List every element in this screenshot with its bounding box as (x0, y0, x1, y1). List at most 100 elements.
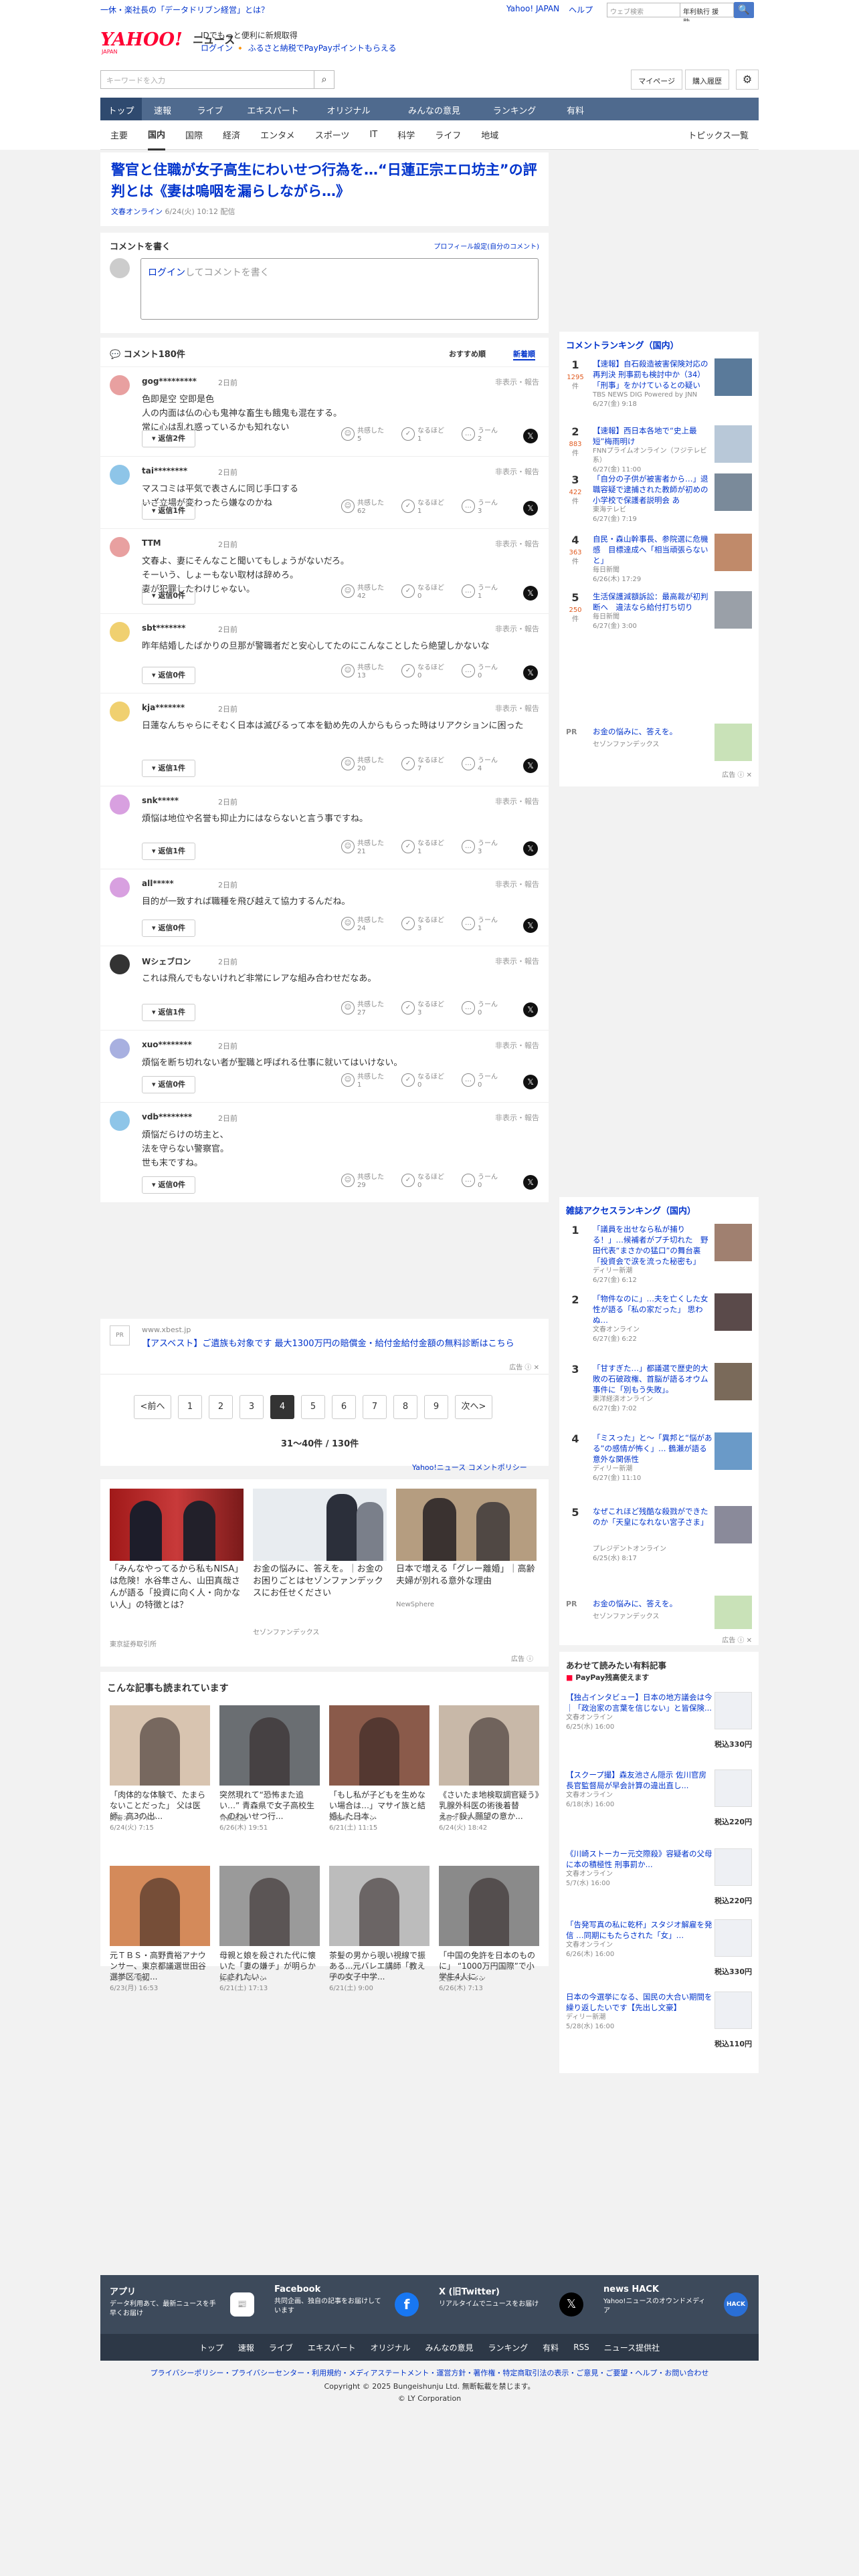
empathy-button[interactable]: ☺ 共感した 42 (341, 584, 384, 601)
pager-page[interactable]: 3 (240, 1395, 264, 1419)
article-title[interactable]: 警官と住職が女子高生にわいせつ行為を…“日蓮正宗エロ坊主”の評判とは《妻は嗚咽を… (111, 159, 538, 202)
x-share-icon[interactable]: 𝕏 (523, 586, 538, 601)
footer-links[interactable]: プライバシーポリシー・プライバシーセンター・利用規約・メディアステートメント・運… (100, 2367, 759, 2378)
empathy-button[interactable]: ☺ 共感した 21 (341, 840, 384, 856)
paid-thumbnail[interactable] (714, 1848, 752, 1886)
x-share-icon[interactable]: 𝕏 (523, 665, 538, 680)
comment-user[interactable]: snk***** (142, 796, 179, 805)
report-link[interactable]: 非表示・報告 (495, 466, 539, 477)
report-link[interactable]: 非表示・報告 (495, 1040, 539, 1051)
rank-thumbnail[interactable] (714, 1224, 752, 1261)
paid-item-title[interactable]: 日本の今選挙になる、国民の大合い期間を繰り返したいです【先出し文豪】 (566, 1992, 713, 2013)
empathy-button[interactable]: ☺ 共感した 29 (341, 1174, 384, 1190)
rank-title-text[interactable]: 「自分の子供が被害者から…」退職容疑で逮捕された教師が初めの小学校で保護者説明会… (593, 473, 714, 506)
reply-button[interactable]: ▾ 返信1件 (142, 760, 195, 777)
promo-title[interactable]: お金の悩みに、答えを。｜お金のお困りごとはセゾンファンデックスにお任せください (253, 1564, 387, 1600)
rank-item-title[interactable]: プレジデントオンライン 6/25(水) 8:17 (593, 1545, 714, 1564)
gear-icon[interactable]: ⚙ (736, 70, 759, 90)
reply-button[interactable]: ▾ 返信0件 (142, 667, 195, 684)
rank-item-title[interactable]: 「物件なのに」…夫を亡くした女性が語る「私の家だった」 思わぬ… 文春オンライン 6… (593, 1293, 714, 1344)
comment-user[interactable]: TTM (142, 538, 161, 548)
paid-item-title[interactable]: 【スクープ撮】森友池さん隠示 佐川官房長官監督局が早会計算の違出直し... (566, 1769, 713, 1791)
footer-x[interactable]: X (旧Twitter) リアルタイムでニュースをお届け 𝕏 (430, 2275, 594, 2334)
promo-image[interactable] (396, 1489, 537, 1561)
pager-page[interactable]: 6 (332, 1395, 356, 1419)
paid-item[interactable]: 【スクープ撮】森友池さん隠示 佐川官房長官監督局が早会計算の違出直し... 文春オ… (566, 1769, 713, 1810)
report-link[interactable]: 非表示・報告 (495, 879, 539, 889)
promo-image[interactable] (110, 1489, 244, 1561)
footer-nav-item[interactable]: みんなの意見 (425, 2342, 474, 2353)
read-thumbnail[interactable] (439, 1705, 539, 1786)
reply-button[interactable]: ▾ 返信1件 (142, 502, 195, 520)
reply-button[interactable]: ▾ 返信1件 (142, 1004, 195, 1021)
rank-item-title[interactable]: 【速報】西日本各地で“史上最短”梅雨明け FNNプライムオンライン（フジテレビ系）… (593, 425, 714, 475)
insight-button[interactable]: ✓ なるほど 0 (401, 584, 444, 601)
report-link[interactable]: 非表示・報告 (495, 956, 539, 966)
snav-sports[interactable]: スポーツ (315, 120, 350, 149)
report-link[interactable]: 非表示・報告 (495, 703, 539, 714)
mypage-button[interactable]: マイページ (631, 70, 682, 90)
gnav-live[interactable]: ライブ (183, 98, 237, 120)
rank-thumbnail[interactable] (714, 1363, 752, 1400)
sort-new-tab[interactable]: 新着順 (513, 348, 535, 360)
paid-item[interactable]: 日本の今選挙になる、国民の大合い期間を繰り返したいです【先出し文豪】 ディリー新潮… (566, 1992, 713, 2032)
snav-local[interactable]: 地域 (481, 120, 498, 149)
footer-nav-item[interactable]: ライブ (269, 2342, 293, 2353)
sort-recommended-tab[interactable]: おすすめ順 (449, 348, 486, 359)
empathy-button[interactable]: ☺ 共感した 1 (341, 1073, 384, 1089)
report-link[interactable]: 非表示・報告 (495, 538, 539, 549)
hmm-button[interactable]: … うーん 4 (462, 757, 498, 773)
purchase-history-button[interactable]: 購入履歴 (685, 70, 729, 90)
gnav-original[interactable]: オリジナル (309, 98, 388, 120)
read-thumbnail[interactable] (219, 1705, 320, 1786)
gnav-paid[interactable]: 有料 (549, 98, 602, 120)
report-link[interactable]: 非表示・報告 (495, 623, 539, 634)
pager-next[interactable]: 次へ> (455, 1395, 492, 1419)
hmm-button[interactable]: … うーん 0 (462, 1073, 498, 1089)
comment-user[interactable]: all***** (142, 879, 174, 888)
hmm-button[interactable]: … うーん 1 (462, 917, 498, 933)
x-share-icon[interactable]: 𝕏 (523, 841, 538, 856)
snav-life[interactable]: ライフ (435, 120, 461, 149)
footer-app[interactable]: アプリ データ利用あて、最新ニュースを手早くお届け 📰 (100, 2275, 265, 2334)
comment-user[interactable]: sbt******* (142, 623, 185, 633)
x-share-icon[interactable]: 𝕏 (523, 758, 538, 773)
comment-input[interactable]: ログインしてコメントを書く (140, 258, 539, 320)
rank-item-title[interactable]: なぜこれほど残酷な殺戮ができたのか「天皇になれない宮子さま」 (593, 1506, 714, 1527)
read-thumbnail[interactable] (329, 1866, 430, 1946)
reply-button[interactable]: ▾ 返信1件 (142, 843, 195, 860)
insight-button[interactable]: ✓ なるほど 0 (401, 1073, 444, 1089)
rank-thumbnail[interactable] (714, 358, 752, 396)
rank-item-title[interactable]: 自民・森山幹事長、参院選に危機感 目標達成へ「相当頑張らないと」 毎日新聞 6/26… (593, 534, 714, 584)
hmm-button[interactable]: … うーん 3 (462, 840, 498, 856)
reply-button[interactable]: ▾ 返信2件 (142, 430, 195, 447)
report-link[interactable]: 非表示・報告 (495, 1112, 539, 1123)
snav-domestic[interactable]: 国内 (148, 120, 166, 150)
gnav-opinion[interactable]: みんなの意見 (388, 98, 480, 120)
empathy-button[interactable]: ☺ 共感した 27 (341, 1001, 384, 1017)
web-search-input[interactable]: ウェブ検索 (607, 3, 680, 17)
report-link[interactable]: 非表示・報告 (495, 377, 539, 387)
promo-title[interactable]: 「みんなやってるから私もNISA」は危険！水谷隼さん、山田真哉さんが語る「投資に… (110, 1564, 244, 1612)
empathy-button[interactable]: ☺ 共感した 62 (341, 500, 384, 516)
rank-title-text[interactable]: 「甘すぎた…」都議選で歴史的大敗の石破政権、首脳が語るオウム事件に「別もう失敗」… (593, 1363, 714, 1395)
paid-item[interactable]: 【独占インタビュー】日本の地方議会は今｜「政治家の言葉を信じない」と皆保険...… (566, 1692, 713, 1732)
x-share-icon[interactable]: 𝕏 (523, 429, 538, 443)
pager-page[interactable]: 5 (301, 1395, 325, 1419)
hmm-button[interactable]: … うーん 0 (462, 1001, 498, 1017)
x-share-icon[interactable]: 𝕏 (523, 1075, 538, 1089)
x-share-icon[interactable]: 𝕏 (523, 1002, 538, 1017)
rank-item-title[interactable]: 「ミスった」と〜「異邦と“悩がある”の感情が怖く」… 鶴瀬が語る意外な関係性 ディ… (593, 1432, 714, 1483)
paid-item[interactable]: 《川崎ストーカー元交際殺》容疑者の父母に本の積極性 刑事罰か... 文春オンライン… (566, 1848, 713, 1889)
rank-item-title[interactable]: 「議員を出せなら私が捕りる！」…候補者がプチ切れた 野田代表“まさかの猛口”の舞… (593, 1224, 714, 1285)
paid-thumbnail[interactable] (714, 1692, 752, 1729)
help-link[interactable]: ヘルプ (569, 4, 593, 15)
paid-item-title[interactable]: 【独占インタビュー】日本の地方議会は今｜「政治家の言葉を信じない」と皆保険... (566, 1692, 713, 1713)
hmm-button[interactable]: … うーん 2 (462, 427, 498, 443)
insight-button[interactable]: ✓ なるほど 3 (401, 917, 444, 933)
snav-main[interactable]: 主要 (110, 120, 128, 149)
rank-item-title[interactable]: 「自分の子供が被害者から…」退職容疑で逮捕された教師が初めの小学校で保護者説明会… (593, 473, 714, 524)
yahoo-news-logo[interactable]: YAHOO! JAPAN ニュース (100, 28, 235, 55)
empathy-button[interactable]: ☺ 共感した 5 (341, 427, 384, 443)
footer-nav-item[interactable]: エキスパート (308, 2342, 356, 2353)
